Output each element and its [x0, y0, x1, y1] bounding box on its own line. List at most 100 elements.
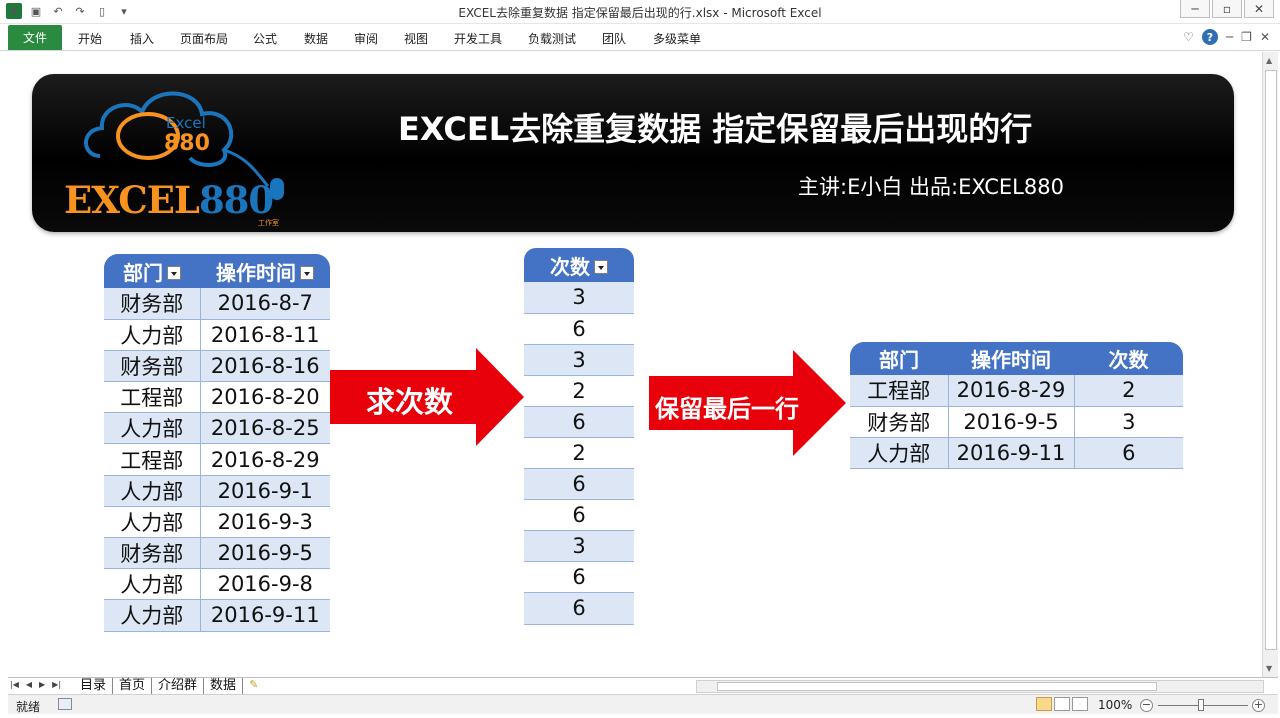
sheet-tab-contents[interactable]: 目录: [74, 678, 114, 694]
collapse-ribbon-icon[interactable]: ♡: [1183, 30, 1194, 44]
count-cell[interactable]: 3: [1073, 406, 1183, 438]
last-sheet-icon[interactable]: ▶|: [52, 680, 61, 689]
time-cell[interactable]: 2016-9-5: [199, 537, 330, 570]
time-cell[interactable]: 2016-8-11: [199, 319, 330, 351]
count-cell[interactable]: 6: [524, 406, 634, 438]
count-cell[interactable]: 2: [1073, 375, 1183, 407]
filter-dropdown-icon[interactable]: [594, 260, 608, 274]
prev-sheet-icon[interactable]: ◀: [26, 680, 32, 689]
source-header-time[interactable]: 操作时间: [200, 254, 330, 288]
time-cell[interactable]: 2016-8-7: [199, 288, 330, 320]
dept-cell[interactable]: 人力部: [104, 506, 200, 539]
count-cell[interactable]: 3: [524, 344, 634, 376]
tab-formulas[interactable]: 公式: [253, 30, 304, 47]
table-row: 6: [524, 406, 634, 438]
dept-cell[interactable]: 工程部: [104, 381, 200, 414]
tab-insert[interactable]: 插入: [130, 30, 180, 47]
restore-icon[interactable]: ❐: [1241, 30, 1252, 44]
dept-cell[interactable]: 财务部: [104, 288, 200, 320]
result-header-count[interactable]: 次数: [1074, 342, 1183, 375]
minimize-icon[interactable]: ─: [1226, 30, 1233, 44]
dept-cell[interactable]: 工程部: [850, 375, 948, 407]
time-cell[interactable]: 2016-9-11: [947, 437, 1074, 470]
dept-cell[interactable]: 人力部: [104, 568, 200, 601]
close-window-button[interactable]: ✕: [1244, 0, 1274, 18]
time-cell[interactable]: 2016-8-16: [199, 350, 330, 383]
dept-cell[interactable]: 人力部: [850, 437, 948, 470]
dept-cell[interactable]: 人力部: [104, 412, 200, 445]
count-cell[interactable]: 2: [524, 375, 634, 407]
zoom-out-icon[interactable]: −: [1140, 699, 1153, 712]
sheet-tabs-bar: |◀ ◀ ▶ ▶| 目录 首页 介绍群 数据 ✎: [8, 677, 1278, 694]
dept-cell[interactable]: 财务部: [104, 350, 200, 383]
sheet-tab-data[interactable]: 数据: [204, 678, 244, 694]
source-table: 部门 操作时间 财务部 2016-8-7 人力部 2016-8-11 财务部 2016-8…: [104, 254, 330, 632]
source-header-dept[interactable]: 部门: [104, 254, 200, 288]
count-table: 次数 36326266366: [524, 248, 634, 625]
dept-cell[interactable]: 人力部: [104, 599, 200, 632]
maximize-window-button[interactable]: ▫: [1212, 0, 1242, 18]
tab-data[interactable]: 数据: [304, 30, 354, 47]
filter-dropdown-icon[interactable]: [167, 266, 181, 280]
normal-view-icon[interactable]: [1036, 697, 1052, 711]
time-cell[interactable]: 2016-8-29: [199, 443, 330, 476]
scroll-down-icon[interactable]: ▼: [1266, 664, 1272, 673]
count-cell[interactable]: 2: [524, 437, 634, 470]
horizontal-scroll-thumb[interactable]: [717, 682, 1157, 691]
sheet-tab-group[interactable]: 介绍群: [152, 678, 205, 694]
vertical-scrollbar[interactable]: ▲ ▼: [1262, 52, 1278, 677]
count-cell[interactable]: 3: [524, 530, 634, 563]
tab-page-layout[interactable]: 页面布局: [180, 30, 253, 47]
dept-cell[interactable]: 人力部: [104, 319, 200, 351]
insert-sheet-icon[interactable]: ✎: [243, 678, 264, 694]
minimize-window-button[interactable]: ─: [1180, 0, 1210, 18]
time-cell[interactable]: 2016-8-29: [947, 375, 1074, 407]
zoom-in-icon[interactable]: +: [1252, 699, 1265, 712]
result-header-dept[interactable]: 部门: [850, 342, 948, 375]
page-layout-view-icon[interactable]: [1054, 697, 1070, 711]
result-header-time[interactable]: 操作时间: [948, 342, 1074, 375]
count-cell[interactable]: 6: [1073, 437, 1183, 470]
time-cell[interactable]: 2016-9-3: [199, 506, 330, 539]
time-cell[interactable]: 2016-8-25: [199, 412, 330, 445]
count-cell[interactable]: 6: [524, 313, 634, 345]
time-cell[interactable]: 2016-9-5: [947, 406, 1074, 438]
count-cell[interactable]: 6: [524, 499, 634, 532]
time-cell[interactable]: 2016-9-11: [199, 599, 330, 632]
tab-file[interactable]: 文件: [8, 25, 62, 50]
sheet-tab-home[interactable]: 首页: [113, 678, 153, 694]
time-cell[interactable]: 2016-9-1: [199, 475, 330, 507]
count-header[interactable]: 次数: [524, 248, 634, 282]
close-icon[interactable]: ✕: [1260, 30, 1270, 44]
zoom-slider[interactable]: − +: [1140, 699, 1266, 712]
macro-record-icon[interactable]: [58, 698, 72, 710]
table-row: 工程部 2016-8-29 2: [850, 375, 1183, 407]
first-sheet-icon[interactable]: |◀: [10, 680, 19, 689]
tab-team[interactable]: 团队: [602, 30, 653, 47]
help-icon[interactable]: ?: [1201, 29, 1218, 45]
scroll-up-icon[interactable]: ▲: [1266, 56, 1272, 65]
tab-home[interactable]: 开始: [78, 30, 130, 47]
dept-cell[interactable]: 工程部: [104, 443, 200, 476]
dept-cell[interactable]: 财务部: [104, 537, 200, 570]
tab-view[interactable]: 视图: [404, 30, 454, 47]
tab-load-test[interactable]: 负载测试: [528, 30, 602, 47]
count-cell[interactable]: 3: [524, 282, 634, 314]
dept-cell[interactable]: 财务部: [850, 406, 948, 438]
tab-multilevel-menu[interactable]: 多级菜单: [653, 30, 723, 47]
count-cell[interactable]: 6: [524, 561, 634, 594]
filter-dropdown-icon[interactable]: [300, 266, 314, 280]
page-break-view-icon[interactable]: [1072, 697, 1088, 711]
vertical-scroll-thumb[interactable]: [1265, 70, 1277, 650]
time-cell[interactable]: 2016-8-20: [199, 381, 330, 414]
zoom-knob[interactable]: [1198, 699, 1204, 711]
count-cell[interactable]: 6: [524, 468, 634, 501]
zoom-level[interactable]: 100%: [1098, 698, 1132, 712]
horizontal-scrollbar[interactable]: [696, 680, 1264, 693]
tab-developer[interactable]: 开发工具: [454, 30, 528, 47]
dept-cell[interactable]: 人力部: [104, 475, 200, 507]
count-cell[interactable]: 6: [524, 592, 634, 625]
time-cell[interactable]: 2016-9-8: [199, 568, 330, 601]
next-sheet-icon[interactable]: ▶: [39, 680, 45, 689]
tab-review[interactable]: 审阅: [354, 30, 404, 47]
